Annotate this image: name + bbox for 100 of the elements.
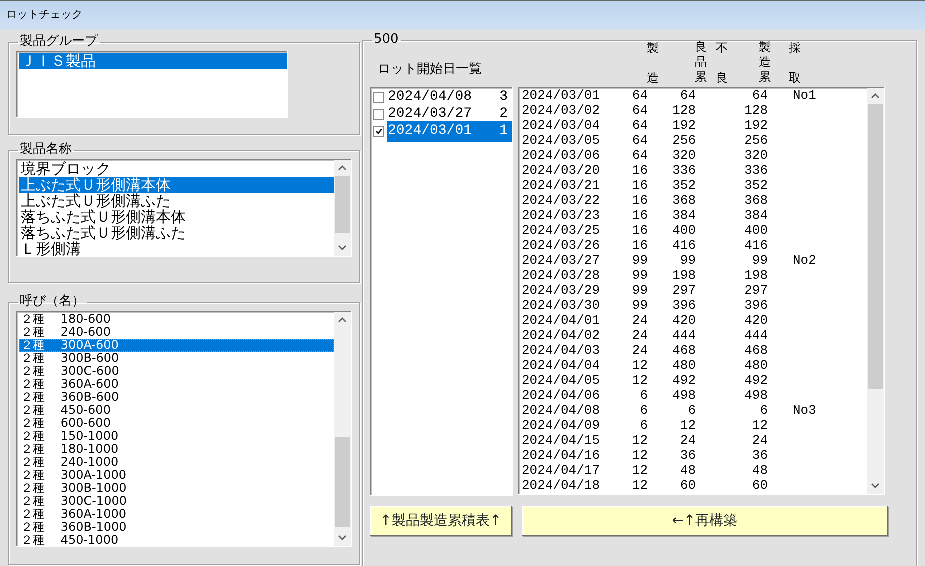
scrollbar[interactable] [334,160,351,256]
scrollbar[interactable] [334,312,351,546]
list-item[interactable]: ＪＩＳ製品 [19,53,287,69]
list-item[interactable]: ２種 180-600 [19,313,334,326]
table-cell-text: 192 [744,118,768,133]
scrollbar[interactable] [867,88,884,494]
list-item[interactable]: ２種 300C-600 [19,365,334,378]
group-label: 呼び（名） [19,295,86,309]
checkbox[interactable] [373,126,384,137]
lot-number: 3 [500,88,508,107]
table-cell-text: 480 [672,358,696,373]
table-cell-text: 2024/03/23 [522,208,602,223]
action-button[interactable]: ←↑再構築 [522,506,888,536]
checkbox[interactable] [373,109,384,120]
group-label: 500 [373,33,400,47]
list-item[interactable]: ２種 300B-600 [19,352,334,365]
lot-date: 2024/04/08 [388,88,472,106]
table-cell-text: 368 [672,193,696,208]
scrollbar-thumb[interactable] [868,104,883,389]
table-cell-text: 498 [744,388,768,403]
table-cell-text: 64 [679,88,696,103]
list-item[interactable]: 落ちふた式Ｕ形側溝本体 [19,209,334,225]
column-header: 良品累 [695,40,707,86]
table-cell-text: 420 [744,313,768,328]
list-item[interactable]: ２種 360B-1000 [19,521,334,534]
lot-date: 2024/03/01 [388,122,472,141]
table-cell-text: 198 [744,268,768,283]
table-cell-text: 99 [631,298,648,313]
list-item[interactable]: ２種 300B-1000 [19,482,334,495]
table-cell-text: 16 [631,163,648,178]
list-item[interactable]: ２種 450-600 [19,404,334,417]
table-cell-text: 2024/03/04 [522,118,602,133]
table-cell-text: 12 [631,448,648,463]
scrollbar-thumb[interactable] [335,176,350,233]
table-cell-text: 2024/04/17 [522,463,602,478]
table-cell-text: 320 [672,148,696,163]
list-item[interactable]: ２種 150-1000 [19,430,334,443]
table-cell-text: 16 [631,238,648,253]
action-button[interactable]: ↑製品製造累積表↑ [370,506,512,536]
list-item[interactable]: ２種 240-1000 [19,456,334,469]
table-cell-text: 320 [744,148,768,163]
checkbox[interactable] [373,92,384,103]
table-cell-text: 2024/04/15 [522,433,602,448]
list-item[interactable]: Ｌ形側溝 [19,241,334,256]
table-cell-text: 198 [672,268,696,283]
table-cell-text: 99 [631,283,648,298]
list-item[interactable]: ２種 360A-600 [19,378,334,391]
table-cell-text: 6 [639,388,648,403]
table-cell-text: 12 [751,418,768,433]
lot-date: 2024/03/27 [388,105,472,124]
table-cell-text: 12 [631,463,648,478]
table-cell-text: 24 [631,313,648,328]
scrollbar-thumb[interactable] [335,437,350,527]
list-item[interactable]: ２種 450-1000 [19,534,334,546]
table-cell-text: 36 [751,448,768,463]
table-cell-text: 256 [672,133,696,148]
table-cell-text: 16 [631,208,648,223]
list-item[interactable]: 境界ブロック [19,161,334,177]
table-cell-text: 192 [672,118,696,133]
table-cell-text: 36 [679,448,696,463]
lot-item[interactable]: 2024/03/01 1 [387,121,512,142]
table-cell-text: 2024/03/06 [522,148,602,163]
table-cell-text: 64 [631,118,648,133]
lot-number: 1 [500,122,508,141]
list-item[interactable]: ２種 300A-600 [19,339,334,352]
list-item[interactable]: ２種 600-600 [19,417,334,430]
table-cell-text: 2024/03/27 [522,253,602,268]
table-cell-text: 99 [751,253,768,268]
table-cell-text: 256 [744,133,768,148]
table-cell-text: 2024/03/28 [522,268,602,283]
window-title: ロットチェック [6,7,83,24]
table-cell-text: 99 [631,268,648,283]
table-cell-text: 492 [744,373,768,388]
list-item[interactable]: ２種 240-600 [19,326,334,339]
table-cell-text: 2024/04/06 [522,388,602,403]
list-item[interactable]: ２種 300A-1000 [19,469,334,482]
list-item[interactable]: ２種 300C-1000 [19,495,334,508]
table-cell-text: 6 [687,403,696,418]
list-item[interactable]: ２種 180-1000 [19,443,334,456]
list-item[interactable]: 落ちふた式Ｕ形側溝ふた [19,225,334,241]
table-cell-text: 396 [744,298,768,313]
table-cell-text: 64 [631,88,648,103]
table-cell-text: 24 [751,433,768,448]
table-cell-text: 64 [631,103,648,118]
list-item[interactable]: ２種 360A-1000 [19,508,334,521]
table-cell-text: 384 [744,208,768,223]
table-cell-text: 2024/04/02 [522,328,602,343]
table-cell-text: 2024/03/20 [522,163,602,178]
table-cell-text: 99 [631,253,648,268]
table-cell-text: 16 [631,193,648,208]
table-cell-text: 2024/03/05 [522,133,602,148]
column-header: 採取 [789,40,801,86]
table-cell-text: 368 [744,193,768,208]
table-cell-text: 2024/04/05 [522,373,602,388]
list-item[interactable]: 上ぶた式Ｕ形側溝ふた [19,193,334,209]
list-item[interactable]: 上ぶた式Ｕ形側溝本体 [19,177,334,193]
table-cell-text: 420 [672,313,696,328]
table-cell-text: 480 [744,358,768,373]
column-header: 製造 [647,40,659,86]
list-item[interactable]: ２種 360B-600 [19,391,334,404]
